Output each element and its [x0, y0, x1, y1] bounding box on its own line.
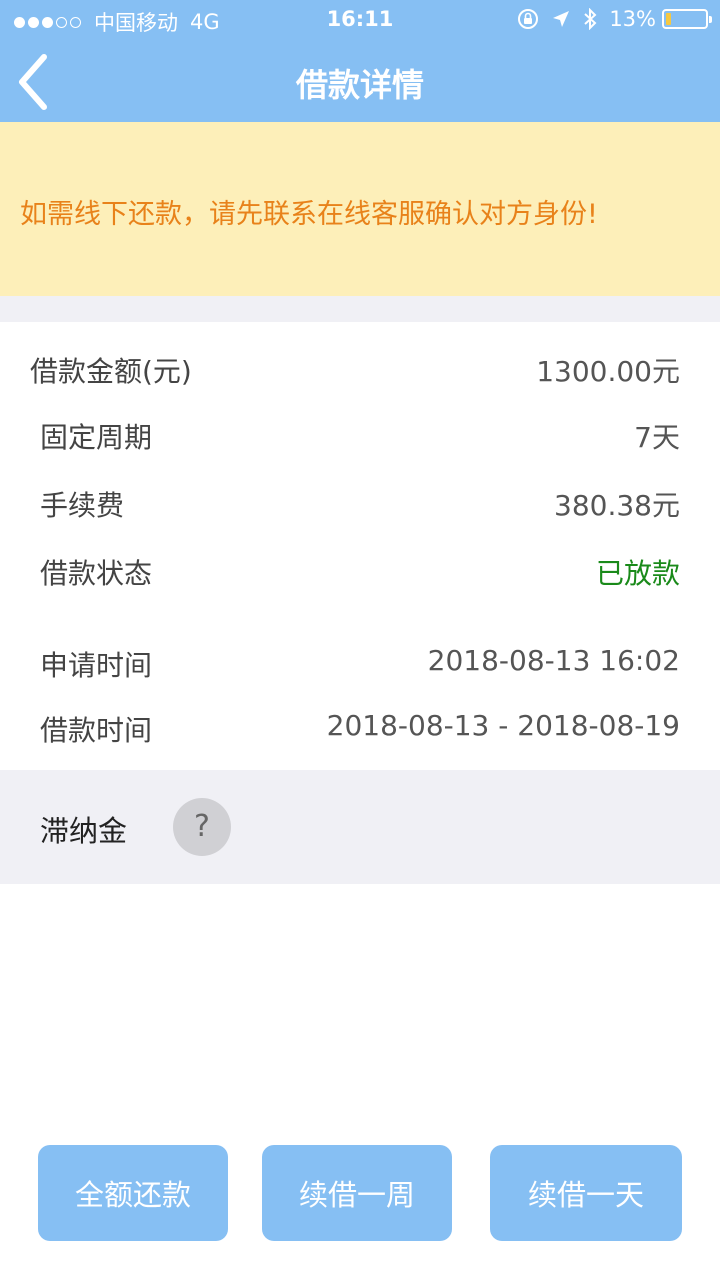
- renew-day-button[interactable]: 续借一天: [490, 1145, 682, 1241]
- loan-status-label: 借款状态: [40, 557, 153, 590]
- battery-icon: [662, 9, 712, 29]
- status-bar: 中国移动 4G 16:11 13%: [0, 0, 720, 40]
- fixed-period-label: 固定周期: [40, 421, 153, 454]
- battery-level: [666, 13, 671, 25]
- loan-amount-label: 借款金额(元): [30, 355, 192, 388]
- page-title: 借款详情: [295, 66, 424, 104]
- late-fee-label: 滞纳金: [40, 814, 128, 848]
- section-divider: [0, 296, 720, 322]
- loan-amount-value: 1300.00元: [536, 355, 680, 388]
- service-fee-value: 380.38元: [554, 489, 680, 522]
- renew-week-button[interactable]: 续借一周: [262, 1145, 452, 1241]
- loan-period-label: 借款时间: [40, 714, 153, 747]
- help-icon[interactable]: ?: [173, 798, 231, 856]
- service-fee-label: 手续费: [40, 489, 125, 522]
- repay-full-button[interactable]: 全额还款: [38, 1145, 228, 1241]
- location-arrow-icon: [551, 9, 571, 29]
- orientation-lock-icon: [517, 8, 539, 30]
- apply-time-label: 申请时间: [40, 649, 153, 682]
- notice-text: 如需线下还款，请先联系在线客服确认对方身份!: [20, 199, 598, 230]
- battery-percent: 13%: [609, 7, 656, 31]
- status-right: 13%: [505, 7, 712, 31]
- apply-time-value: 2018-08-13 16:02: [427, 644, 680, 677]
- loan-period-value: 2018-08-13 - 2018-08-19: [326, 709, 680, 742]
- bluetooth-icon: [583, 8, 597, 30]
- loan-status-value: 已放款: [595, 557, 680, 590]
- fixed-period-value: 7天: [634, 421, 680, 454]
